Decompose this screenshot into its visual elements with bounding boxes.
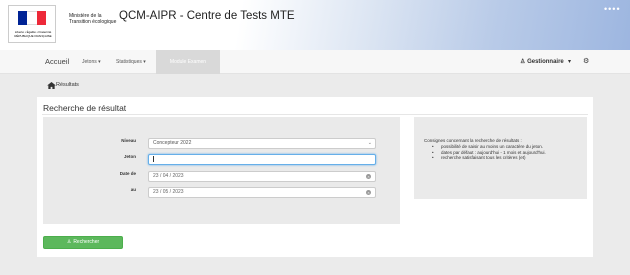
clear-icon[interactable]: × [366, 190, 371, 195]
user-menu-caret-icon[interactable]: ▾ [568, 50, 571, 74]
divider [42, 114, 588, 115]
nav-home-link[interactable]: Accueil [45, 50, 69, 74]
card-title: Recherche de résultat [43, 103, 127, 113]
user-icon: ♙ [66, 239, 72, 245]
help-item: recherche satisfaisant tous les critères… [432, 155, 572, 161]
date-to-label: au [130, 187, 136, 192]
date-from-value: 23 / 04 / 2023 [153, 173, 184, 179]
breadcrumb[interactable]: Résultats [56, 82, 79, 88]
help-list: possibilité de saisir au moins un caract… [432, 144, 572, 161]
user-icon: ♙ [520, 59, 526, 65]
gear-icon[interactable]: ⚙ [583, 50, 589, 74]
republique-francaise-logo[interactable]: Liberté • Égalité • Fraternité RÉPUBLIQU… [8, 5, 56, 43]
date-from-label: Date de [119, 171, 136, 176]
page-title: QCM-AIPR - Centre de Tests MTE [119, 10, 295, 22]
date-to-value: 23 / 05 / 2023 [153, 189, 184, 195]
user-name: Gestionnaire [527, 59, 564, 65]
text-cursor [153, 155, 154, 162]
nav-module-examen-tab[interactable]: Module Examen [156, 50, 220, 74]
main-navbar: Accueil Jetons ▾ Statistiques ▾ Module E… [0, 50, 630, 74]
more-dots-icon[interactable]: •••• [604, 4, 621, 14]
app-header: Liberté • Égalité • Fraternité RÉPUBLIQU… [0, 0, 630, 50]
search-button-label: Rechercher [73, 239, 100, 245]
niveau-value: Concepteur 2022 [153, 140, 192, 146]
ministry-name: Ministère de la Transition écologique [69, 13, 117, 25]
nav-statistiques-dropdown[interactable]: Statistiques ▾ [116, 50, 146, 74]
jeton-input[interactable] [148, 154, 376, 165]
search-button[interactable]: ♙ Rechercher [43, 236, 123, 249]
date-to-input[interactable]: 23 / 05 / 2023 × [148, 187, 376, 198]
user-menu[interactable]: ♙ Gestionnaire [520, 50, 564, 74]
clear-icon[interactable]: × [366, 174, 371, 179]
niveau-label: Niveau [121, 138, 136, 143]
help-title: Consignes concernant la recherche de rés… [424, 138, 522, 143]
home-icon[interactable] [47, 82, 56, 89]
niveau-select[interactable]: Concepteur 2022 ⌄ [148, 138, 376, 149]
chevron-down-icon: ⌄ [367, 140, 372, 146]
date-from-input[interactable]: 23 / 04 / 2023 × [148, 171, 376, 182]
logo-text: Liberté • Égalité • Fraternité RÉPUBLIQU… [14, 30, 52, 38]
jeton-label: Jeton [123, 154, 136, 159]
nav-jetons-dropdown[interactable]: Jetons ▾ [82, 50, 101, 74]
marianne-icon [27, 13, 37, 24]
